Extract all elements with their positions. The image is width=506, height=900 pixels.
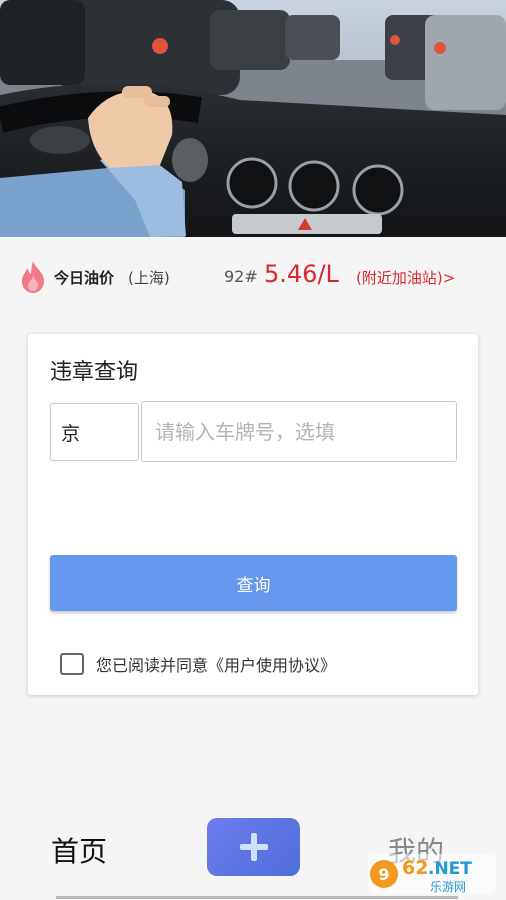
watermark-logo: 9 62 .NET 乐游网 — [368, 850, 500, 898]
query-button[interactable]: 查询 — [50, 555, 457, 611]
add-button[interactable] — [207, 818, 300, 876]
flame-icon — [18, 260, 48, 294]
tab-home[interactable]: 首页 — [51, 830, 107, 870]
svg-text:62: 62 — [402, 857, 428, 879]
svg-text:9: 9 — [378, 865, 389, 884]
plus-icon — [239, 833, 268, 861]
card-title: 违章查询 — [50, 360, 139, 385]
violation-query-card: 违章查询 京 查询 您已阅读并同意《用户使用协议》 — [28, 334, 478, 695]
oil-price-title: 今日油价 — [54, 269, 115, 287]
banner-image — [0, 0, 506, 237]
agreement-row[interactable]: 您已阅读并同意《用户使用协议》 — [60, 652, 336, 676]
oil-price-value: 5.46/L — [264, 260, 339, 288]
oil-city: (上海) — [128, 269, 170, 287]
svg-text:.NET: .NET — [428, 859, 472, 879]
agreement-text: 您已阅读并同意《用户使用协议》 — [96, 656, 337, 675]
car-interior-photo — [0, 0, 506, 237]
svg-text:乐游网: 乐游网 — [430, 880, 466, 894]
oil-grade: 92# — [224, 267, 258, 286]
nearby-gas-station-link[interactable]: (附近加油站)> — [356, 267, 455, 288]
agreement-checkbox[interactable] — [60, 653, 84, 675]
province-selector[interactable]: 京 — [50, 403, 139, 461]
plate-number-input[interactable] — [141, 401, 457, 462]
